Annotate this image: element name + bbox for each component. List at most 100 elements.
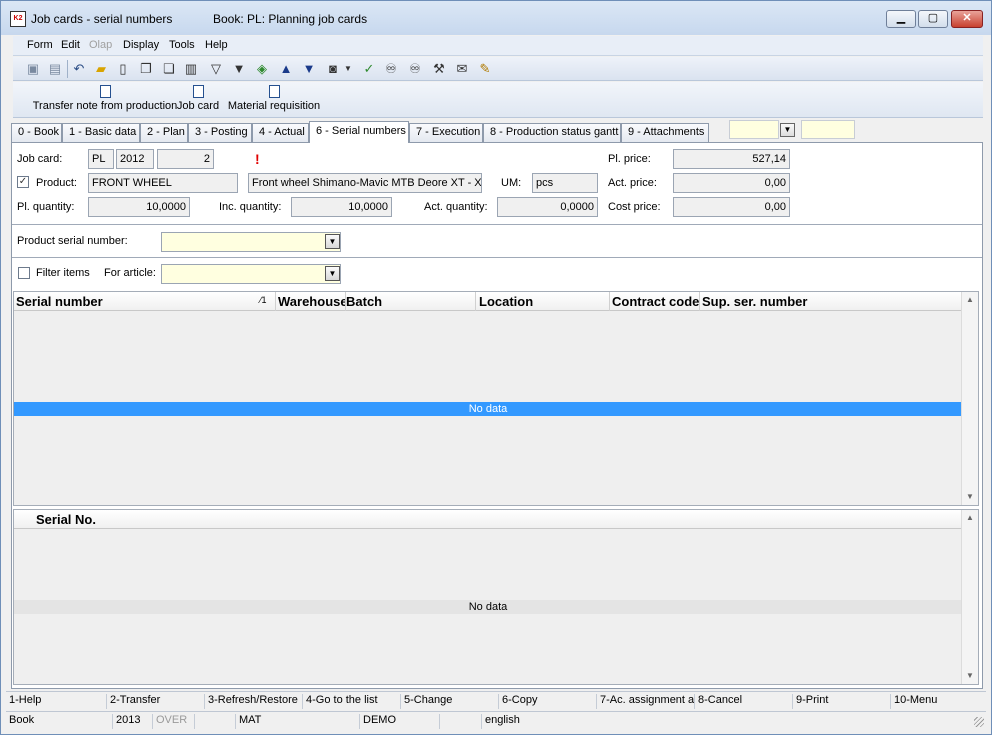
camera-icon[interactable]: ◙ [325,61,341,77]
job-card-number-field[interactable]: 2 [157,149,214,169]
job-card-year-field[interactable]: 2012 [116,149,154,169]
filter-icon[interactable]: ▽ [208,61,224,77]
grid-scrollbar[interactable]: ▲ ▼ [961,510,978,684]
no-data-row[interactable]: No data [14,402,962,416]
pl-quantity-field[interactable]: 10,0000 [88,197,190,217]
menu-olap[interactable]: Olap [89,39,112,51]
fkey-ac-assignment[interactable]: 7-Ac. assignment and [596,694,694,709]
arrow-down-icon[interactable]: ▼ [301,61,317,77]
tab-book[interactable]: 0 - Book [11,123,62,142]
menu-display[interactable]: Display [123,39,159,51]
save-as-icon[interactable]: ▤ [47,61,63,77]
binoculars-next-icon[interactable]: ♾ [407,61,423,77]
tab-extra-field[interactable] [729,120,779,139]
tab-basic-data[interactable]: 1 - Basic data [62,123,140,142]
scroll-down-icon[interactable]: ▼ [966,492,974,501]
tool-icon[interactable]: ⚒ [431,61,447,77]
material-requisition-button[interactable]: Material requisition [227,85,321,112]
transfer-note-button[interactable]: Transfer note from production [27,85,183,112]
scroll-down-icon[interactable]: ▼ [966,671,974,680]
cost-price-field[interactable]: 0,00 [673,197,790,217]
note-icon[interactable]: ✎ [477,61,493,77]
column-warehouse[interactable]: Warehouse [276,292,346,311]
save-icon[interactable]: ▣ [25,61,41,77]
product-serial-number-field[interactable] [161,232,341,252]
column-contract-code[interactable]: Contract code [610,292,700,311]
column-serial-no[interactable]: Serial No. [34,510,234,529]
transfer-note-label: Transfer note from production [32,100,178,112]
dropdown-arrow-icon[interactable]: ▼ [343,61,353,77]
status-empty [194,714,234,729]
menu-edit[interactable]: Edit [61,39,80,51]
tab-execution[interactable]: 7 - Execution [409,123,483,142]
status-year: 2013 [112,714,152,729]
tab-actual[interactable]: 4 - Actual [252,123,309,142]
open-folder-icon[interactable]: ▰ [93,61,109,77]
product-name-field[interactable]: Front wheel Shimano-Mavic MTB Deore XT -… [248,173,482,193]
title-bar[interactable]: K2 Job cards - serial numbers Book: PL: … [1,1,991,35]
product-code-field[interactable]: FRONT WHEEL [88,173,238,193]
mail-icon[interactable]: ✉ [454,61,470,77]
fkey-menu[interactable]: 10-Menu [890,694,984,709]
um-field[interactable]: pcs [532,173,598,193]
tab-attachments[interactable]: 9 - Attachments [621,123,709,142]
job-card-button[interactable]: Job card [175,85,221,112]
fkey-print[interactable]: 9-Print [792,694,890,709]
fkey-refresh[interactable]: 3-Refresh/Restore [204,694,302,709]
tab-extra-field-2[interactable] [801,120,855,139]
tab-production-status-gantt[interactable]: 8 - Production status gantt [483,123,621,142]
fkey-cancel[interactable]: 8-Cancel [694,694,792,709]
column-batch[interactable]: Batch [344,292,476,311]
close-button[interactable]: ✕ [951,10,983,28]
pl-price-field[interactable]: 527,14 [673,149,790,169]
fkey-transfer[interactable]: 2-Transfer [106,694,204,709]
filter-edit-icon[interactable]: ▼ [231,61,247,77]
document-icon [268,85,280,98]
resize-grip-icon[interactable] [974,717,984,727]
filter-items-checkbox[interactable] [18,267,30,279]
chevron-down-icon[interactable]: ▼ [780,123,795,137]
book-icon[interactable]: ▥ [183,61,199,77]
binoculars-icon[interactable]: ♾ [383,61,399,77]
scroll-up-icon[interactable]: ▲ [966,295,974,304]
product-checkbox[interactable]: ✓ [17,176,29,188]
no-data-row[interactable]: No data [14,600,962,614]
fkey-help[interactable]: 1-Help [6,694,104,709]
tab-serial-numbers[interactable]: 6 - Serial numbers [309,121,409,143]
column-sup-ser-number[interactable]: Sup. ser. number [700,292,962,311]
new-document-icon[interactable]: ▯ [115,61,131,77]
status-book: Book [9,714,35,726]
menu-form[interactable]: Form [27,39,53,51]
menu-tools[interactable]: Tools [169,39,195,51]
minimize-button[interactable]: ▁ [886,10,916,28]
column-location[interactable]: Location [477,292,610,311]
copy-icon[interactable]: ❐ [138,61,154,77]
column-serial-number[interactable]: Serial number [14,292,276,311]
tab-posting[interactable]: 3 - Posting [188,123,252,142]
chevron-down-icon[interactable]: ▼ [325,234,340,249]
job-card-label: Job card: [17,153,63,165]
fkey-copy[interactable]: 6-Copy [498,694,596,709]
serial-no-grid: Serial No. No data ▲ ▼ [13,509,979,685]
undo-icon[interactable]: ↶ [71,61,87,77]
arrow-up-icon[interactable]: ▲ [278,61,294,77]
menu-help[interactable]: Help [205,39,228,51]
tab-plan[interactable]: 2 - Plan [140,123,188,142]
stack-icon[interactable]: ◈ [254,61,270,77]
paste-icon[interactable]: ❏ [161,61,177,77]
act-price-field[interactable]: 0,00 [673,173,790,193]
fkey-change[interactable]: 5-Change [400,694,498,709]
job-card-book-field[interactable]: PL [88,149,114,169]
for-article-field[interactable] [161,264,341,284]
inc-quantity-field[interactable]: 10,0000 [291,197,392,217]
grid-scrollbar[interactable]: ▲ ▼ [961,292,978,505]
scroll-up-icon[interactable]: ▲ [966,513,974,522]
act-quantity-field[interactable]: 0,0000 [497,197,598,217]
chevron-down-icon[interactable]: ▼ [325,266,340,281]
menu-bar: Form Edit Olap Display Tools Help [13,36,983,56]
maximize-button[interactable]: ▢ [918,10,948,28]
check-icon[interactable]: ✓ [361,61,377,77]
fkey-go-to-list[interactable]: 4-Go to the list [302,694,400,709]
status-demo: DEMO [359,714,439,729]
product-serial-number-label: Product serial number: [17,235,128,247]
